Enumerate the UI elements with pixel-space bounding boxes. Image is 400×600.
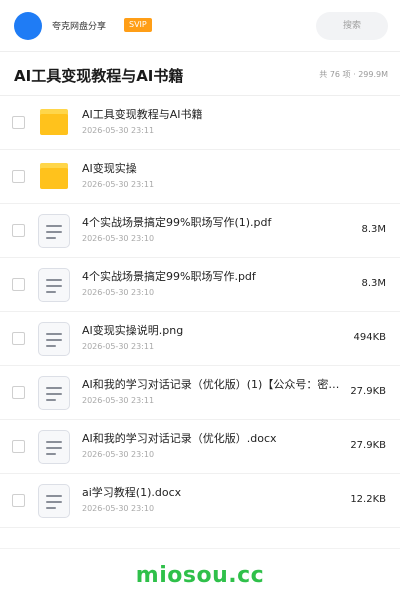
item-name: AI变现实操 <box>82 162 137 175</box>
folder-icon <box>40 163 68 189</box>
page-title: AI工具变现教程与AI书籍 <box>14 67 184 85</box>
row-checkbox[interactable] <box>12 116 25 129</box>
item-size: 8.3M <box>361 278 386 289</box>
item-date: 2026-05-30 23:11 <box>82 396 155 405</box>
file-list: AI工具变现教程与AI书籍 2026-05-30 23:11 AI变现实操 20… <box>0 96 400 528</box>
item-name: AI工具变现教程与AI书籍 <box>82 108 203 121</box>
document-icon <box>38 376 70 410</box>
site-watermark: miosou.cc <box>135 563 265 588</box>
item-name: AI变现实操说明.png <box>82 324 184 337</box>
list-item[interactable]: 4个实战场景搞定99%职场写作(1).pdf 2026-05-30 23:10 … <box>0 204 400 258</box>
item-size: 27.9KB <box>350 440 386 451</box>
share-username: 夸克网盘分享 <box>52 22 107 32</box>
item-date: 2026-05-30 23:11 <box>82 180 155 189</box>
item-size: 8.3M <box>361 224 386 235</box>
footer: miosou.cc <box>0 548 400 600</box>
item-size: 12.2KB <box>350 494 386 505</box>
item-name: AI和我的学习对话记录（优化版）.docx <box>82 432 277 445</box>
item-size: 27.9KB <box>350 386 386 397</box>
list-item[interactable]: AI工具变现教程与AI书籍 2026-05-30 23:11 <box>0 96 400 150</box>
document-icon <box>38 430 70 464</box>
top-bar: 夸克网盘分享 SVIP <box>0 0 400 52</box>
document-icon <box>38 322 70 356</box>
list-item[interactable]: AI变现实操说明.png 2026-05-30 23:11 494KB <box>0 312 400 366</box>
item-date: 2026-05-30 23:10 <box>82 450 155 459</box>
list-item[interactable]: ai学习教程(1).docx 2026-05-30 23:10 12.2KB <box>0 474 400 528</box>
row-checkbox[interactable] <box>12 224 25 237</box>
page-header: AI工具变现教程与AI书籍 共 76 项 · 299.9M <box>0 52 400 96</box>
list-item[interactable]: 4个实战场景搞定99%职场写作.pdf 2026-05-30 23:10 8.3… <box>0 258 400 312</box>
row-checkbox[interactable] <box>12 386 25 399</box>
item-name: ai学习教程(1).docx <box>82 486 182 499</box>
row-checkbox[interactable] <box>12 332 25 345</box>
item-count-stats: 共 76 项 · 299.9M <box>319 70 388 79</box>
avatar[interactable] <box>14 12 42 40</box>
list-item[interactable]: AI和我的学习对话记录（优化版）.docx 2026-05-30 23:10 2… <box>0 420 400 474</box>
document-icon <box>38 484 70 518</box>
document-icon <box>38 268 70 302</box>
item-date: 2026-05-30 23:10 <box>82 504 155 513</box>
row-checkbox[interactable] <box>12 440 25 453</box>
item-date: 2026-05-30 23:10 <box>82 234 155 243</box>
svip-badge: SVIP <box>124 18 152 32</box>
row-checkbox[interactable] <box>12 278 25 291</box>
folder-icon <box>40 109 68 135</box>
document-icon <box>38 214 70 248</box>
list-item[interactable]: AI和我的学习对话记录（优化版）(1)【公众号：密… 2026-05-30 23… <box>0 366 400 420</box>
item-date: 2026-05-30 23:10 <box>82 288 155 297</box>
search-input[interactable] <box>316 12 388 40</box>
item-size: 494KB <box>353 332 386 343</box>
item-name: 4个实战场景搞定99%职场写作.pdf <box>82 270 256 283</box>
item-date: 2026-05-30 23:11 <box>82 342 155 351</box>
item-date: 2026-05-30 23:11 <box>82 126 155 135</box>
item-name: 4个实战场景搞定99%职场写作(1).pdf <box>82 216 272 229</box>
row-checkbox[interactable] <box>12 494 25 507</box>
row-checkbox[interactable] <box>12 170 25 183</box>
list-item[interactable]: AI变现实操 2026-05-30 23:11 <box>0 150 400 204</box>
item-name: AI和我的学习对话记录（优化版）(1)【公众号：密… <box>82 378 340 391</box>
